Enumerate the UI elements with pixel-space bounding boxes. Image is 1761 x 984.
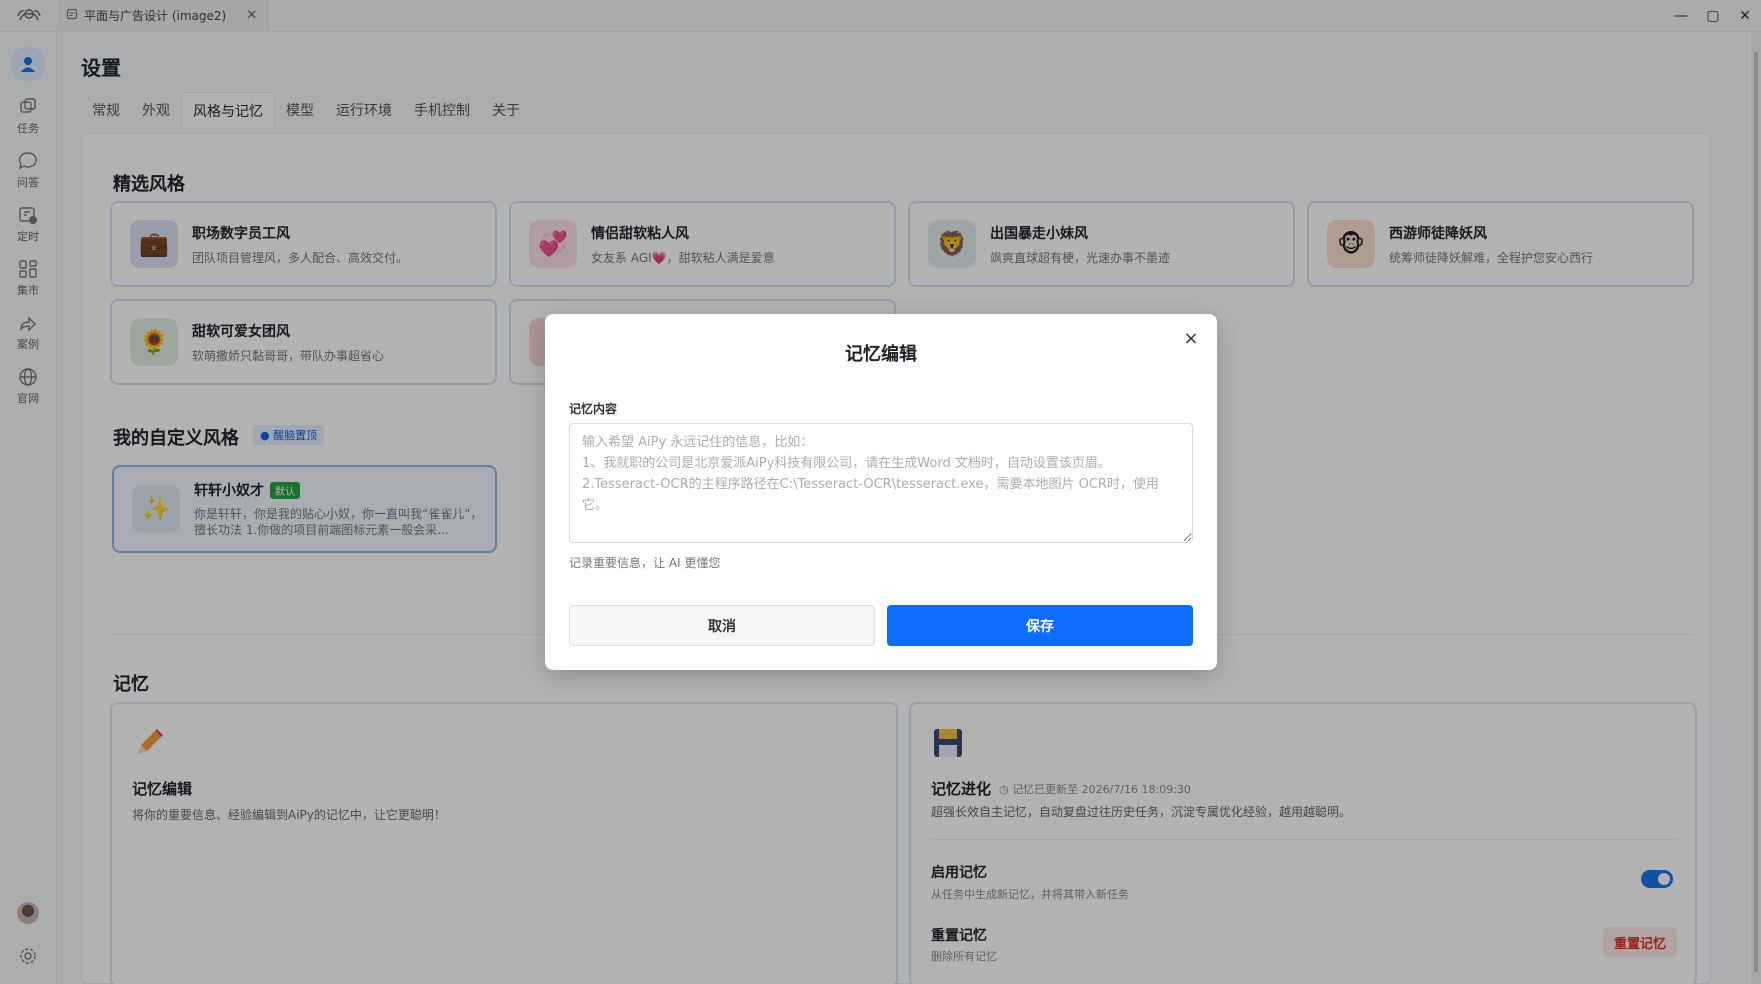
memory-content-input[interactable] — [569, 423, 1193, 543]
memory-edit-dialog: 记忆编辑 × 记忆内容 记录重要信息，让 AI 更懂您 取消 保存 — [545, 314, 1217, 670]
dialog-title: 记忆编辑 — [845, 344, 917, 365]
close-icon[interactable]: × — [1181, 328, 1201, 349]
memory-hint: 记录重要信息，让 AI 更懂您 — [569, 556, 721, 570]
save-button[interactable]: 保存 — [887, 605, 1193, 646]
cancel-button[interactable]: 取消 — [569, 605, 875, 646]
memory-content-label: 记忆内容 — [569, 402, 618, 416]
